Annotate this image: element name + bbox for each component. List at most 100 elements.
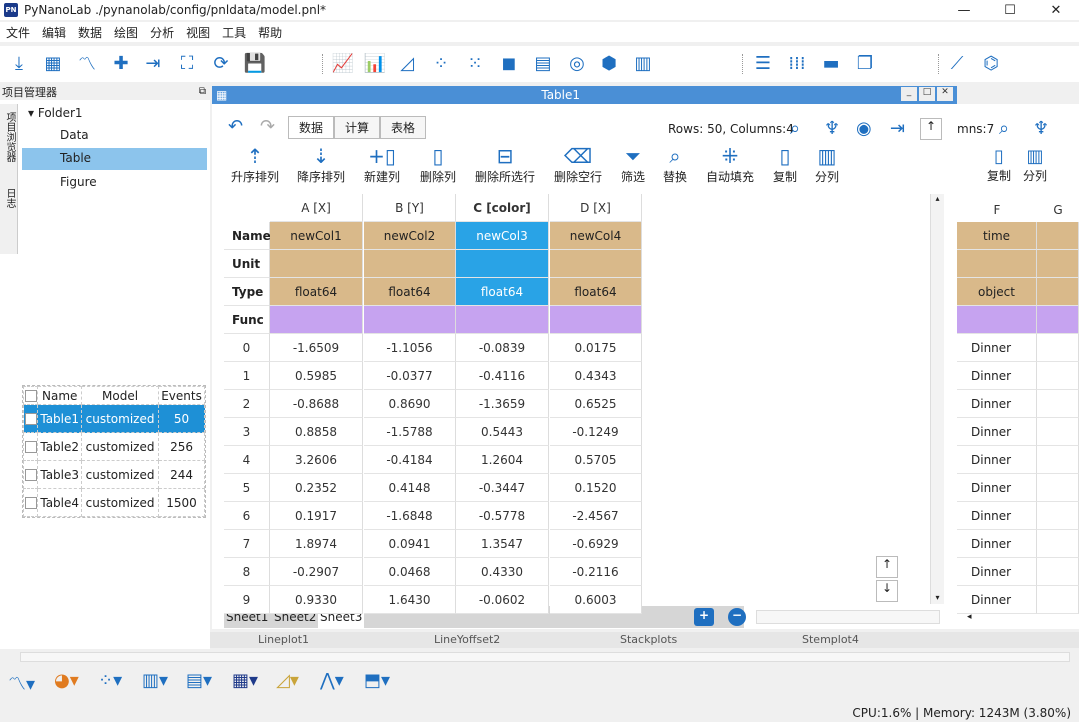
row-index[interactable]: 7 [224, 530, 270, 558]
tab-sheet[interactable]: 表格 [380, 116, 427, 139]
data-cell[interactable]: -0.0377 [364, 362, 456, 390]
window-tab-lineyoffset[interactable]: LineYoffset2 [434, 633, 500, 646]
meta-cell[interactable]: newCol2 [364, 222, 456, 250]
data-cell[interactable] [1037, 446, 1079, 474]
data-cell[interactable]: 0.0468 [364, 558, 456, 586]
menu-view[interactable]: 视图 [180, 24, 216, 41]
data-cell[interactable]: 1.8974 [270, 530, 363, 558]
data-cell[interactable]: 0.1917 [270, 502, 363, 530]
filter-button[interactable]: ⏷ 筛选 [616, 144, 650, 185]
data-cell[interactable]: 1.3547 [456, 530, 549, 558]
new-column-button[interactable]: +▯ 新建列 [360, 144, 404, 185]
row-index[interactable]: 3 [224, 418, 270, 446]
data-cell[interactable]: 0.4343 [550, 362, 642, 390]
surface-icon[interactable]: ⬢ [596, 50, 622, 76]
heatmap-icon[interactable]: ◼ [496, 50, 522, 76]
data-cell[interactable]: Dinner [957, 474, 1037, 502]
data-cell[interactable]: Dinner [957, 390, 1037, 418]
heatmap-plot-icon[interactable]: ▦▾ [232, 670, 258, 691]
scroll-up-button[interactable]: ↑ [876, 556, 898, 578]
row-index[interactable]: 0 [224, 334, 270, 362]
copy-button[interactable]: ▯ 复制 [768, 144, 802, 185]
add-sheet-button[interactable]: + [694, 608, 714, 626]
meta-cell[interactable] [550, 306, 642, 334]
sort-asc-button[interactable]: ⇡ 升序排列 [228, 144, 282, 185]
menu-help[interactable]: 帮助 [252, 24, 288, 41]
col-header-f[interactable]: F [957, 196, 1037, 224]
meta-cell[interactable]: float64 [550, 278, 642, 306]
contour-icon[interactable]: ◎ [564, 50, 590, 76]
data-cell[interactable]: -1.6848 [364, 502, 456, 530]
delete-column-button[interactable]: ▯ 删除列 [416, 144, 460, 185]
row-checkbox[interactable] [24, 469, 37, 481]
vtab-log[interactable]: 日志 [3, 188, 17, 208]
search-icon[interactable]: ⌕ [790, 118, 800, 139]
data-cell[interactable]: 0.5443 [456, 418, 549, 446]
data-cell[interactable]: 0.8858 [270, 418, 363, 446]
data-cell[interactable]: -0.0602 [456, 586, 549, 614]
data-cell[interactable]: -0.2907 [270, 558, 363, 586]
row-index[interactable]: 6 [224, 502, 270, 530]
data-cell[interactable]: Dinner [957, 558, 1037, 586]
type-cell[interactable]: object [957, 278, 1037, 306]
window-tab-stemplot[interactable]: Stemplot4 [802, 633, 859, 646]
data-cell[interactable]: 0.5705 [550, 446, 642, 474]
data-cell[interactable]: -0.0839 [456, 334, 549, 362]
meta-cell[interactable]: newCol4 [550, 222, 642, 250]
broom-icon[interactable]: ♆ [1033, 118, 1049, 139]
data-cell[interactable]: 1.6430 [364, 586, 456, 614]
tree-item-data[interactable]: Data [60, 128, 89, 142]
col-header-g[interactable]: G [1037, 196, 1079, 224]
sub-close-button[interactable]: ✕ [937, 87, 953, 101]
vtab-project-browser[interactable]: 项目浏览器 [3, 112, 17, 162]
menu-file[interactable]: 文件 [0, 24, 36, 41]
data-cell[interactable]: 3.2606 [270, 446, 363, 474]
cascade-icon[interactable]: ❐ [852, 50, 878, 76]
col-header[interactable]: A [X] [270, 194, 363, 222]
data-cell[interactable]: Dinner [957, 418, 1037, 446]
data-cell[interactable] [1037, 418, 1079, 446]
window-tab-stackplots[interactable]: Stackplots [620, 633, 677, 646]
scroll-top-button[interactable]: ↑ [920, 118, 942, 140]
minimize-all-icon[interactable]: ▬ [818, 50, 844, 76]
scatter-icon[interactable]: ⁘ [428, 50, 454, 76]
data-cell[interactable]: -1.1056 [364, 334, 456, 362]
tree-folder[interactable]: ▾ Folder1 [28, 106, 83, 120]
refresh-icon[interactable]: ⟳ [208, 50, 234, 76]
row-checkbox[interactable] [24, 413, 37, 425]
autofill-button[interactable]: ⁜ 自动填充 [702, 144, 758, 185]
line-chart-icon[interactable]: 📈 [330, 50, 356, 76]
scatter-plot-icon[interactable]: ⁘▾ [98, 670, 122, 691]
data-cell[interactable]: Dinner [957, 362, 1037, 390]
replace-button[interactable]: ⌕ 替换 [658, 144, 692, 185]
eye-icon[interactable]: ◉ [856, 118, 872, 139]
menu-analysis[interactable]: 分析 [144, 24, 180, 41]
row-index[interactable]: 9 [224, 586, 270, 614]
window-tab-lineplot[interactable]: Lineplot1 [258, 633, 309, 646]
meta-cell[interactable] [550, 250, 642, 278]
data-cell[interactable] [1037, 530, 1079, 558]
data-cell[interactable]: 0.0941 [364, 530, 456, 558]
menu-tools[interactable]: 工具 [216, 24, 252, 41]
scroll-up-icon[interactable]: ▴ [931, 194, 944, 203]
redo-icon[interactable]: ↷ [260, 116, 275, 137]
pie-chart-icon[interactable]: ◕▾ [54, 670, 79, 691]
name-cell[interactable]: time [957, 222, 1037, 250]
data-cell[interactable] [1037, 502, 1079, 530]
data-cell[interactable]: -1.3659 [456, 390, 549, 418]
search-icon[interactable]: ⌕ [999, 118, 1009, 139]
delete-selected-rows-button[interactable]: ⊟ 删除所选行 [472, 144, 538, 185]
data-cell[interactable]: -0.8688 [270, 390, 363, 418]
row-index[interactable]: 5 [224, 474, 270, 502]
tab-compute[interactable]: 计算 [334, 116, 381, 139]
col-header[interactable]: D [X] [550, 194, 642, 222]
col-header[interactable]: C [color] [456, 194, 549, 222]
table-row[interactable]: Table3 customized 244 [22, 460, 205, 489]
data-cell[interactable] [1037, 334, 1079, 362]
layers-icon[interactable]: ☰ [750, 50, 776, 76]
data-cell[interactable]: 0.9330 [270, 586, 363, 614]
data-cell[interactable] [1037, 390, 1079, 418]
data-cell[interactable]: Dinner [957, 530, 1037, 558]
meta-cell[interactable]: newCol1 [270, 222, 363, 250]
data-cell[interactable]: 0.6003 [550, 586, 642, 614]
